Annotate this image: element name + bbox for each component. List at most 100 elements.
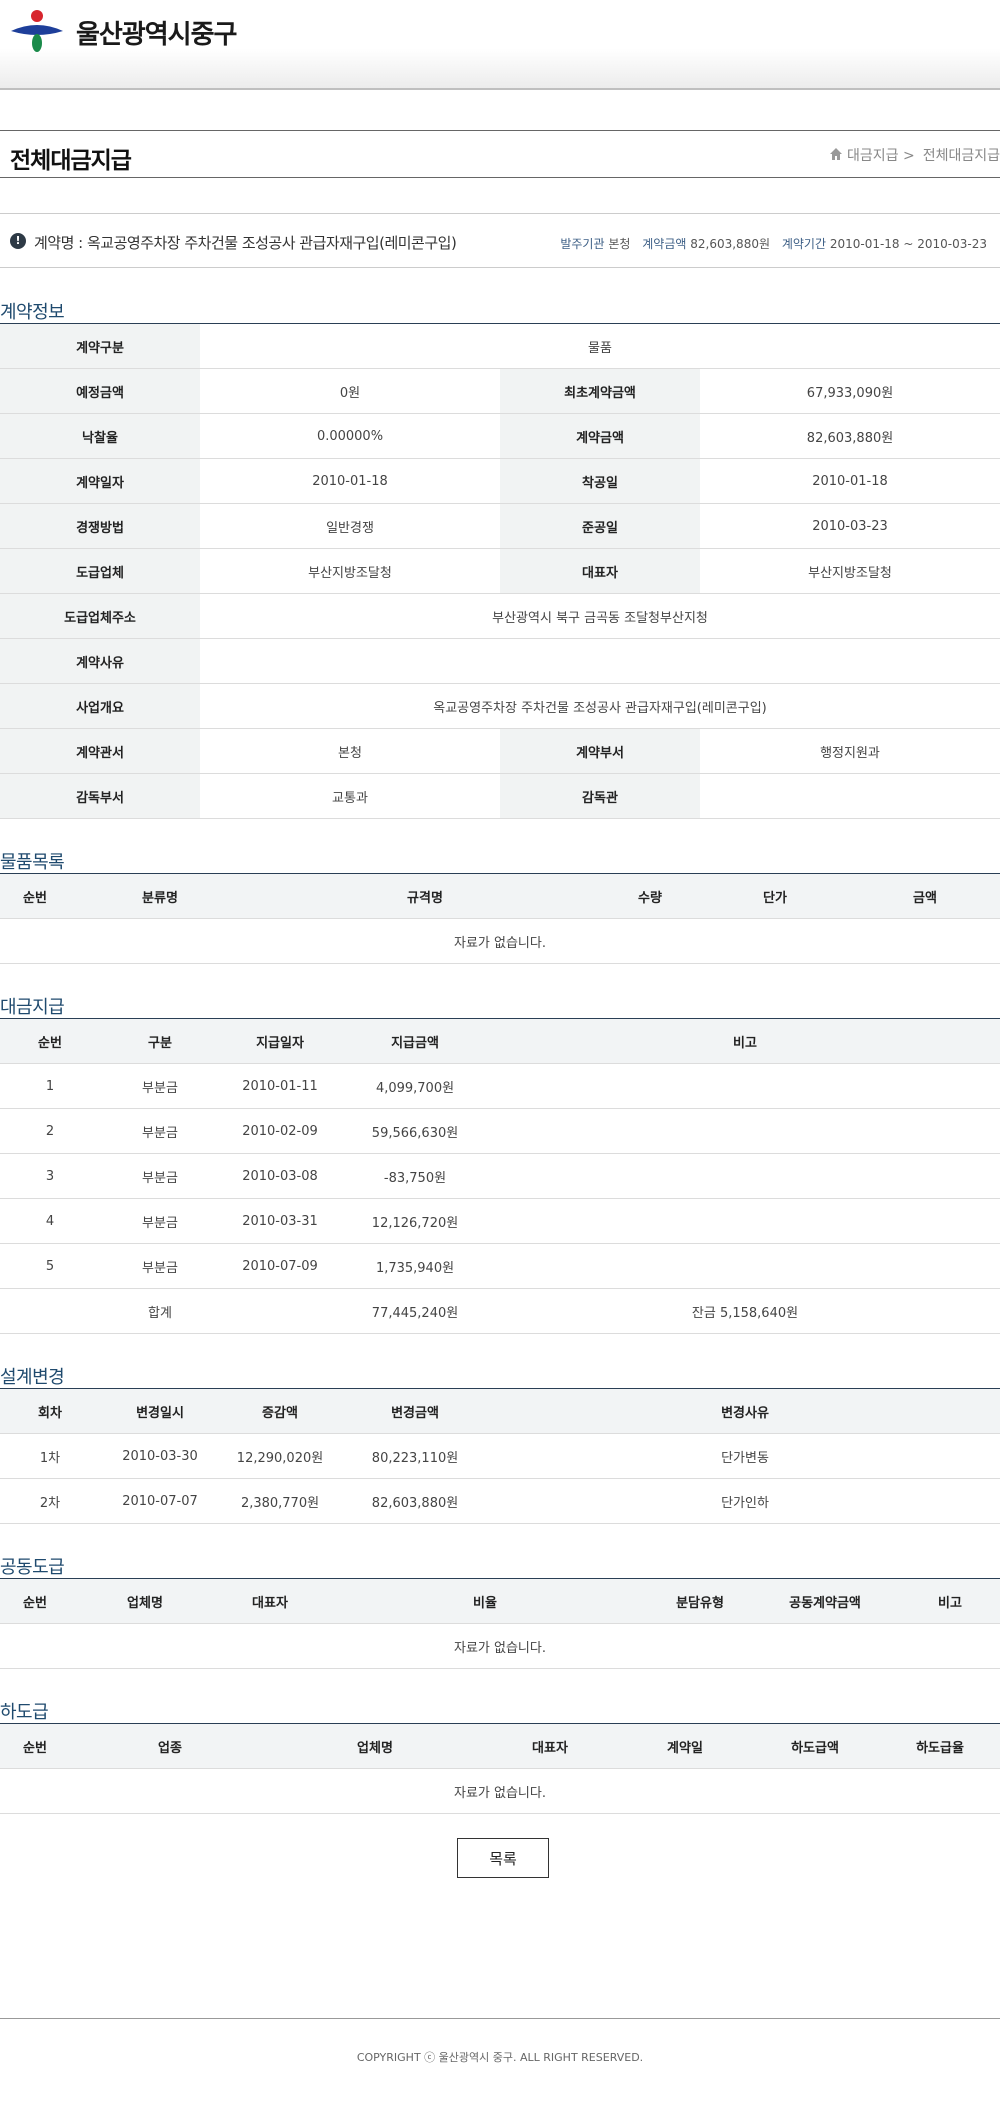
column-header: 순번: [0, 873, 70, 919]
amount-value: 82,603,880원: [690, 237, 770, 251]
info-row: 계약일자 2010-01-18 착공일 2010-01-18: [0, 458, 1000, 504]
column-header: 분류명: [70, 873, 250, 919]
table-cell: 2010-03-08: [220, 1153, 340, 1199]
table-cell: 2010-03-30: [100, 1433, 220, 1479]
section-title-design-changes: 설계변경: [0, 1367, 65, 1388]
table-cell: 부분금: [100, 1153, 220, 1199]
info-key: 감독관: [500, 773, 700, 819]
info-key: 감독부서: [0, 773, 200, 819]
table-cell: 12,126,720원: [340, 1198, 490, 1244]
info-icon: !: [10, 233, 26, 249]
empty-message: 자료가 없습니다.: [0, 1623, 1000, 1669]
info-key: 계약일자: [0, 458, 200, 504]
table-row: 자료가 없습니다.: [0, 918, 1000, 964]
payments-table: 순번 구분 지급일자 지급금액 비고 1 부분금 2010-01-11 4,099,7…: [0, 1018, 1000, 1334]
table-cell: 2010-07-09: [220, 1243, 340, 1289]
column-header: 변경사유: [490, 1388, 1000, 1434]
home-icon[interactable]: [829, 147, 843, 161]
info-value: 교통과: [200, 773, 500, 819]
info-row: 예정금액 0원 최초계약금액 67,933,090원: [0, 368, 1000, 414]
info-value: 0.00000%: [200, 413, 500, 459]
table-cell: 12,290,020원: [220, 1433, 340, 1479]
table-cell: 부분금: [100, 1243, 220, 1289]
column-header: 업종: [70, 1723, 270, 1769]
info-key: 준공일: [500, 503, 700, 549]
column-header: 수량: [600, 873, 700, 919]
table-cell: -83,750원: [340, 1153, 490, 1199]
joint-contract-table: 순번 업체명 대표자 비율 분담유형 공동계약금액 비고 자료가 없습니다.: [0, 1578, 1000, 1669]
section-title-subcontract: 하도급: [0, 1702, 49, 1723]
items-table: 순번 분류명 규격명 수량 단가 금액 자료가 없습니다.: [0, 873, 1000, 964]
table-cell: 1: [0, 1063, 100, 1109]
table-cell: 2010-02-09: [220, 1108, 340, 1154]
table-cell: 4,099,700원: [340, 1063, 490, 1109]
table-row: 4 부분금 2010-03-31 12,126,720원: [0, 1198, 1000, 1244]
info-row: 감독부서 교통과 감독관: [0, 773, 1000, 819]
table-cell: 2차: [0, 1478, 100, 1524]
table-row: 자료가 없습니다.: [0, 1768, 1000, 1814]
column-header: 단가: [700, 873, 850, 919]
breadcrumb: 대금지급 > 전체대금지급: [829, 145, 1000, 165]
column-header: 금액: [850, 873, 1000, 919]
column-header: 증감액: [220, 1388, 340, 1434]
orderer-value: 본청: [608, 237, 631, 251]
column-header: 비율: [320, 1578, 650, 1624]
info-key: 예정금액: [0, 368, 200, 414]
column-header: 분담유형: [650, 1578, 750, 1624]
info-key: 도급업체: [0, 548, 200, 594]
column-header: 하도급액: [750, 1723, 880, 1769]
info-value: 67,933,090원: [700, 368, 1000, 414]
table-cell: 80,223,110원: [340, 1433, 490, 1479]
table-cell: 1,735,940원: [340, 1243, 490, 1289]
subcontract-table: 순번 업종 업체명 대표자 계약일 하도급액 하도급율 자료가 없습니다.: [0, 1723, 1000, 1814]
design-changes-table: 회차 변경일시 증감액 변경금액 변경사유 1차 2010-03-30 12,290…: [0, 1388, 1000, 1524]
info-value: 부산광역시 북구 금곡동 조달청부산지청: [200, 593, 1000, 639]
table-cell: 2010-03-31: [220, 1198, 340, 1244]
column-header: 순번: [0, 1578, 70, 1624]
info-value: 물품: [200, 323, 1000, 369]
column-header: 변경금액: [340, 1388, 490, 1434]
info-key: 대표자: [500, 548, 700, 594]
info-value: 2010-03-23: [700, 503, 1000, 549]
info-key: 낙찰율: [0, 413, 200, 459]
info-value: [700, 773, 1000, 819]
info-value: 2010-01-18: [700, 458, 1000, 504]
column-header: 순번: [0, 1723, 70, 1769]
list-button[interactable]: 목록: [457, 1838, 549, 1878]
info-key: 최초계약금액: [500, 368, 700, 414]
site-logo-text[interactable]: 울산광역시중구: [76, 14, 237, 51]
contract-summary-bar: ! 계약명 : 옥교공영주차장 주차건물 조성공사 관급자재구입(레미콘구입) …: [0, 213, 1000, 268]
column-header: 지급금액: [340, 1018, 490, 1064]
table-header-row: 순번 업종 업체명 대표자 계약일 하도급액 하도급율: [0, 1723, 1000, 1769]
column-header: 구분: [100, 1018, 220, 1064]
info-row: 도급업체 부산지방조달청 대표자 부산지방조달청: [0, 548, 1000, 594]
table-cell: [490, 1063, 1000, 1109]
table-cell: 82,603,880원: [340, 1478, 490, 1524]
table-cell: 부분금: [100, 1108, 220, 1154]
contract-info-table: 계약구분 물품 예정금액 0원 최초계약금액 67,933,090원 낙찰율 0.0000…: [0, 323, 1000, 819]
site-footer: COPYRIGHT ⓒ 울산광역시 중구. ALL RIGHT RESERVED…: [0, 2018, 1000, 2120]
info-value: 옥교공영주차장 주차건물 조성공사 관급자재구입(레미콘구입): [200, 683, 1000, 729]
info-key: 사업개요: [0, 683, 200, 729]
info-value: 부산지방조달청: [200, 548, 500, 594]
column-header: 변경일시: [100, 1388, 220, 1434]
table-cell: 4: [0, 1198, 100, 1244]
info-key: 경쟁방법: [0, 503, 200, 549]
table-cell: 59,566,630원: [340, 1108, 490, 1154]
table-cell: 1차: [0, 1433, 100, 1479]
info-value: 부산지방조달청: [700, 548, 1000, 594]
total-label: 합계: [100, 1288, 220, 1334]
table-row: 1 부분금 2010-01-11 4,099,700원: [0, 1063, 1000, 1109]
info-row: 경쟁방법 일반경쟁 준공일 2010-03-23: [0, 503, 1000, 549]
column-header: 순번: [0, 1018, 100, 1064]
breadcrumb-parent[interactable]: 대금지급 >: [847, 148, 915, 164]
district-logo-icon[interactable]: [9, 9, 65, 53]
column-header: 지급일자: [220, 1018, 340, 1064]
info-row: 도급업체주소 부산광역시 북구 금곡동 조달청부산지청: [0, 593, 1000, 639]
table-header-row: 순번 업체명 대표자 비율 분담유형 공동계약금액 비고: [0, 1578, 1000, 1624]
column-header: 업체명: [270, 1723, 480, 1769]
column-header: 회차: [0, 1388, 100, 1434]
table-cell: 단가인하: [490, 1478, 1000, 1524]
page-title: 전체대금지급: [10, 148, 132, 174]
column-header: 계약일: [620, 1723, 750, 1769]
